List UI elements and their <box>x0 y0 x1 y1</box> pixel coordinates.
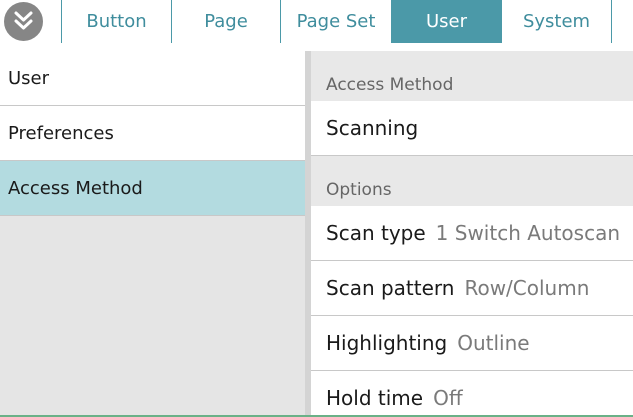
option-row-scan-type[interactable]: Scan type 1 Switch Autoscan <box>311 206 633 261</box>
option-label: Hold time <box>326 386 424 410</box>
option-value: Row/Column <box>464 276 590 300</box>
tab-page-set[interactable]: Page Set <box>280 0 391 43</box>
top-toolbar: Button Page Page Set User System <box>0 0 633 50</box>
sidebar-item-access-method[interactable]: Access Method <box>0 161 305 216</box>
option-label: Scan pattern <box>326 276 455 300</box>
sidebar-item-preferences[interactable]: Preferences <box>0 106 305 161</box>
tab-system[interactable]: System <box>501 0 611 43</box>
option-value: Outline <box>457 331 530 355</box>
access-method-row[interactable]: Scanning <box>311 101 633 156</box>
collapse-toolbar-button[interactable] <box>4 2 43 41</box>
option-row-scan-pattern[interactable]: Scan pattern Row/Column <box>311 261 633 316</box>
settings-detail-panel: Access Method Scanning Options Scan type… <box>311 51 633 415</box>
option-row-hold-time[interactable]: Hold time Off <box>311 371 633 415</box>
tab-user[interactable]: User <box>391 0 501 43</box>
option-label: Highlighting <box>326 331 448 355</box>
section-header-options: Options <box>326 180 392 200</box>
section-header-access-method: Access Method <box>326 75 454 95</box>
tab-button[interactable]: Button <box>62 0 171 43</box>
option-label: Scan type <box>326 221 426 245</box>
option-value: Off <box>433 386 463 410</box>
access-method-value: Scanning <box>326 116 419 140</box>
sidebar-item-user[interactable]: User <box>0 51 305 106</box>
settings-category-list: User Preferences Access Method <box>0 51 305 415</box>
option-value: 1 Switch Autoscan <box>435 221 621 245</box>
tab-bar: Button Page Page Set User System <box>61 0 612 43</box>
double-chevron-down-icon <box>14 11 33 30</box>
option-row-highlighting[interactable]: Highlighting Outline <box>311 316 633 371</box>
tab-page[interactable]: Page <box>171 0 280 43</box>
